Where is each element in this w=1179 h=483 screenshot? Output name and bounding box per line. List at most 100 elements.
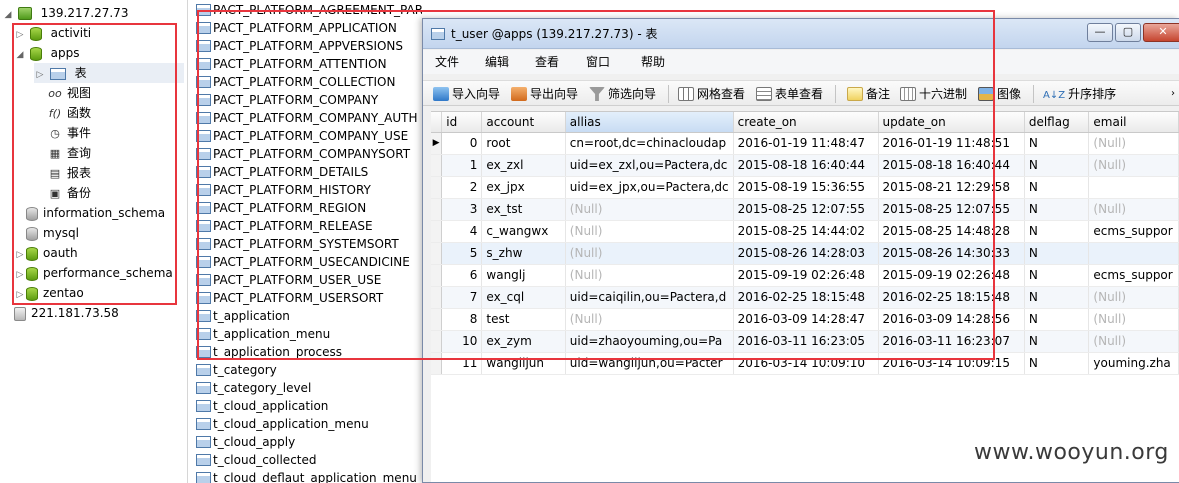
cell-create-on[interactable]: 2016-03-09 14:28:47 bbox=[733, 308, 879, 331]
db-node-performance-schema[interactable]: ▷ performance_schema bbox=[14, 263, 173, 283]
cell-email[interactable]: youming.zha bbox=[1088, 352, 1179, 375]
column-header-update-on[interactable]: update_on bbox=[878, 112, 1025, 133]
table-row[interactable]: 5 s_zhw (Null) 2015-08-26 14:28:03 2015-08-2… bbox=[431, 242, 1179, 265]
hex-button[interactable]: 十六进制 bbox=[900, 85, 967, 103]
column-header-allias[interactable]: allias bbox=[565, 112, 734, 133]
cell-account[interactable]: s_zhw bbox=[481, 242, 566, 265]
collapse-arrow-icon[interactable]: ◢ bbox=[14, 45, 26, 65]
current-row-arrow-icon[interactable]: ▶ bbox=[431, 132, 443, 155]
table-list-item[interactable]: t_cloud_deflaut_application_menu bbox=[196, 469, 417, 483]
cell-email[interactable]: (Null) bbox=[1088, 198, 1179, 221]
row-indicator[interactable] bbox=[431, 330, 443, 353]
cell-email[interactable]: (Null) bbox=[1088, 132, 1179, 155]
cell-delflag[interactable]: N bbox=[1024, 330, 1090, 353]
table-list-item[interactable]: PACT_PLATFORM_RELEASE bbox=[196, 217, 373, 235]
cell-account[interactable]: test bbox=[481, 308, 566, 331]
cell-id[interactable]: 3 bbox=[441, 198, 483, 221]
cell-update-on[interactable]: 2016-02-25 18:15:48 bbox=[878, 286, 1025, 309]
table-list-item[interactable]: t_application_menu bbox=[196, 325, 330, 343]
cell-account[interactable]: ex_jpx bbox=[481, 176, 566, 199]
column-header-create-on[interactable]: create_on bbox=[733, 112, 879, 133]
table-row[interactable]: 8 test (Null) 2016-03-09 14:28:47 2016-03-09… bbox=[431, 308, 1179, 331]
cell-update-on[interactable]: 2015-08-25 12:07:55 bbox=[878, 198, 1025, 221]
row-indicator[interactable] bbox=[431, 264, 443, 287]
window-titlebar[interactable]: t_user @apps (139.217.27.73) - 表 — ▢ ✕ bbox=[423, 19, 1179, 49]
cell-update-on[interactable]: 2015-08-26 14:30:33 bbox=[878, 242, 1025, 265]
cell-id[interactable]: 1 bbox=[441, 154, 483, 177]
table-row[interactable]: 11 wanglijun uid=wanglijun,ou=Pacter 2016-0… bbox=[431, 352, 1179, 375]
db-node-activiti[interactable]: ▷ activiti bbox=[14, 23, 91, 43]
table-list-item[interactable]: PACT_PLATFORM_HISTORY bbox=[196, 181, 371, 199]
cell-email[interactable]: (Null) bbox=[1088, 308, 1179, 331]
column-header-delflag[interactable]: delflag bbox=[1024, 112, 1090, 133]
cell-delflag[interactable]: N bbox=[1024, 176, 1090, 199]
cell-account[interactable]: c_wangwx bbox=[481, 220, 566, 243]
table-list-item[interactable]: PACT_PLATFORM_USERSORT bbox=[196, 289, 383, 307]
table-row[interactable]: 3 ex_tst (Null) 2015-08-25 12:07:55 2015-08-… bbox=[431, 198, 1179, 221]
table-list-item[interactable]: PACT_PLATFORM_AGREEMENT_PARAMETER bbox=[196, 1, 422, 19]
cell-account[interactable]: wanglijun bbox=[481, 352, 566, 375]
db-node-oauth[interactable]: ▷ oauth bbox=[14, 243, 78, 263]
cell-id[interactable]: 8 bbox=[441, 308, 483, 331]
cell-allias[interactable]: uid=zhaoyouming,ou=Pa bbox=[565, 330, 734, 353]
column-header-email[interactable]: email bbox=[1088, 112, 1179, 133]
cell-allias[interactable]: (Null) bbox=[565, 220, 734, 243]
expand-arrow-icon[interactable]: ▷ bbox=[34, 65, 46, 85]
row-indicator[interactable] bbox=[431, 176, 443, 199]
cell-email[interactable]: (Null) bbox=[1088, 330, 1179, 353]
collapse-arrow-icon[interactable]: ◢ bbox=[2, 5, 14, 25]
table-row[interactable]: 2 ex_jpx uid=ex_jpx,ou=Pactera,dc 2015-08-1… bbox=[431, 176, 1179, 199]
cell-allias[interactable]: cn=root,dc=chinacloudap bbox=[565, 132, 734, 155]
table-list-item[interactable]: PACT_PLATFORM_SYSTEMSORT bbox=[196, 235, 399, 253]
expand-arrow-icon[interactable]: ▷ bbox=[14, 245, 26, 265]
row-indicator[interactable] bbox=[431, 198, 443, 221]
db-node-zentao[interactable]: ▷ zentao bbox=[14, 283, 84, 303]
cell-allias[interactable]: (Null) bbox=[565, 264, 734, 287]
connection-node-2[interactable]: 221.181.73.58 bbox=[14, 303, 119, 323]
db-node-information-schema[interactable]: information_schema bbox=[14, 203, 165, 223]
image-button[interactable]: 图像 bbox=[978, 85, 1021, 103]
cell-account[interactable]: wanglj bbox=[481, 264, 566, 287]
cell-delflag[interactable]: N bbox=[1024, 198, 1090, 221]
cell-update-on[interactable]: 2016-03-11 16:23:07 bbox=[878, 330, 1025, 353]
db-node-mysql[interactable]: mysql bbox=[14, 223, 79, 243]
row-indicator[interactable] bbox=[431, 286, 443, 309]
cell-update-on[interactable]: 2015-08-25 14:48:28 bbox=[878, 220, 1025, 243]
minimize-button[interactable]: — bbox=[1087, 23, 1113, 42]
expand-arrow-icon[interactable]: ▷ bbox=[14, 25, 26, 45]
row-indicator[interactable] bbox=[431, 352, 443, 375]
table-list-item[interactable]: t_cloud_application bbox=[196, 397, 328, 415]
nav-item-functions[interactable]: f() 函数 bbox=[46, 103, 91, 123]
table-list-item[interactable]: PACT_PLATFORM_USER_USE bbox=[196, 271, 381, 289]
cell-create-on[interactable]: 2015-08-25 12:07:55 bbox=[733, 198, 879, 221]
row-indicator[interactable] bbox=[431, 220, 443, 243]
menu-help[interactable]: 帮助 bbox=[641, 54, 665, 70]
table-list-item[interactable]: PACT_PLATFORM_USECANDICINE bbox=[196, 253, 410, 271]
cell-allias[interactable]: uid=wanglijun,ou=Pacter bbox=[565, 352, 734, 375]
cell-account[interactable]: ex_zxl bbox=[481, 154, 566, 177]
table-row[interactable]: 6 wanglj (Null) 2015-09-19 02:26:48 2015-09-… bbox=[431, 264, 1179, 287]
cell-create-on[interactable]: 2015-08-26 14:28:03 bbox=[733, 242, 879, 265]
cell-update-on[interactable]: 2016-01-19 11:48:51 bbox=[878, 132, 1025, 155]
cell-create-on[interactable]: 2015-08-19 15:36:55 bbox=[733, 176, 879, 199]
cell-update-on[interactable]: 2016-03-14 10:09:15 bbox=[878, 352, 1025, 375]
cell-allias[interactable]: (Null) bbox=[565, 242, 734, 265]
filter-wizard-button[interactable]: 筛选向导 bbox=[589, 85, 656, 103]
nav-item-views[interactable]: oo 视图 bbox=[46, 83, 91, 103]
column-header-id[interactable]: id bbox=[441, 112, 483, 133]
export-wizard-button[interactable]: 导出向导 bbox=[511, 85, 578, 103]
table-list-item[interactable]: PACT_PLATFORM_DETAILS bbox=[196, 163, 368, 181]
cell-account[interactable]: ex_tst bbox=[481, 198, 566, 221]
menu-window[interactable]: 窗口 bbox=[586, 54, 610, 70]
toolbar-overflow-icon[interactable]: › bbox=[1171, 85, 1175, 103]
table-row[interactable]: 10 ex_zym uid=zhaoyouming,ou=Pa 2016-03-11 … bbox=[431, 330, 1179, 353]
menu-view[interactable]: 查看 bbox=[535, 54, 559, 70]
cell-id[interactable]: 10 bbox=[441, 330, 483, 353]
cell-account[interactable]: ex_cql bbox=[481, 286, 566, 309]
menu-file[interactable]: 文件 bbox=[435, 54, 459, 70]
table-list-item[interactable]: PACT_PLATFORM_APPVERSIONS bbox=[196, 37, 403, 55]
close-button[interactable]: ✕ bbox=[1143, 23, 1179, 42]
nav-item-tables[interactable]: ▷ 表 bbox=[34, 63, 184, 83]
memo-button[interactable]: 备注 bbox=[847, 85, 890, 103]
cell-email[interactable]: (Null) bbox=[1088, 154, 1179, 177]
